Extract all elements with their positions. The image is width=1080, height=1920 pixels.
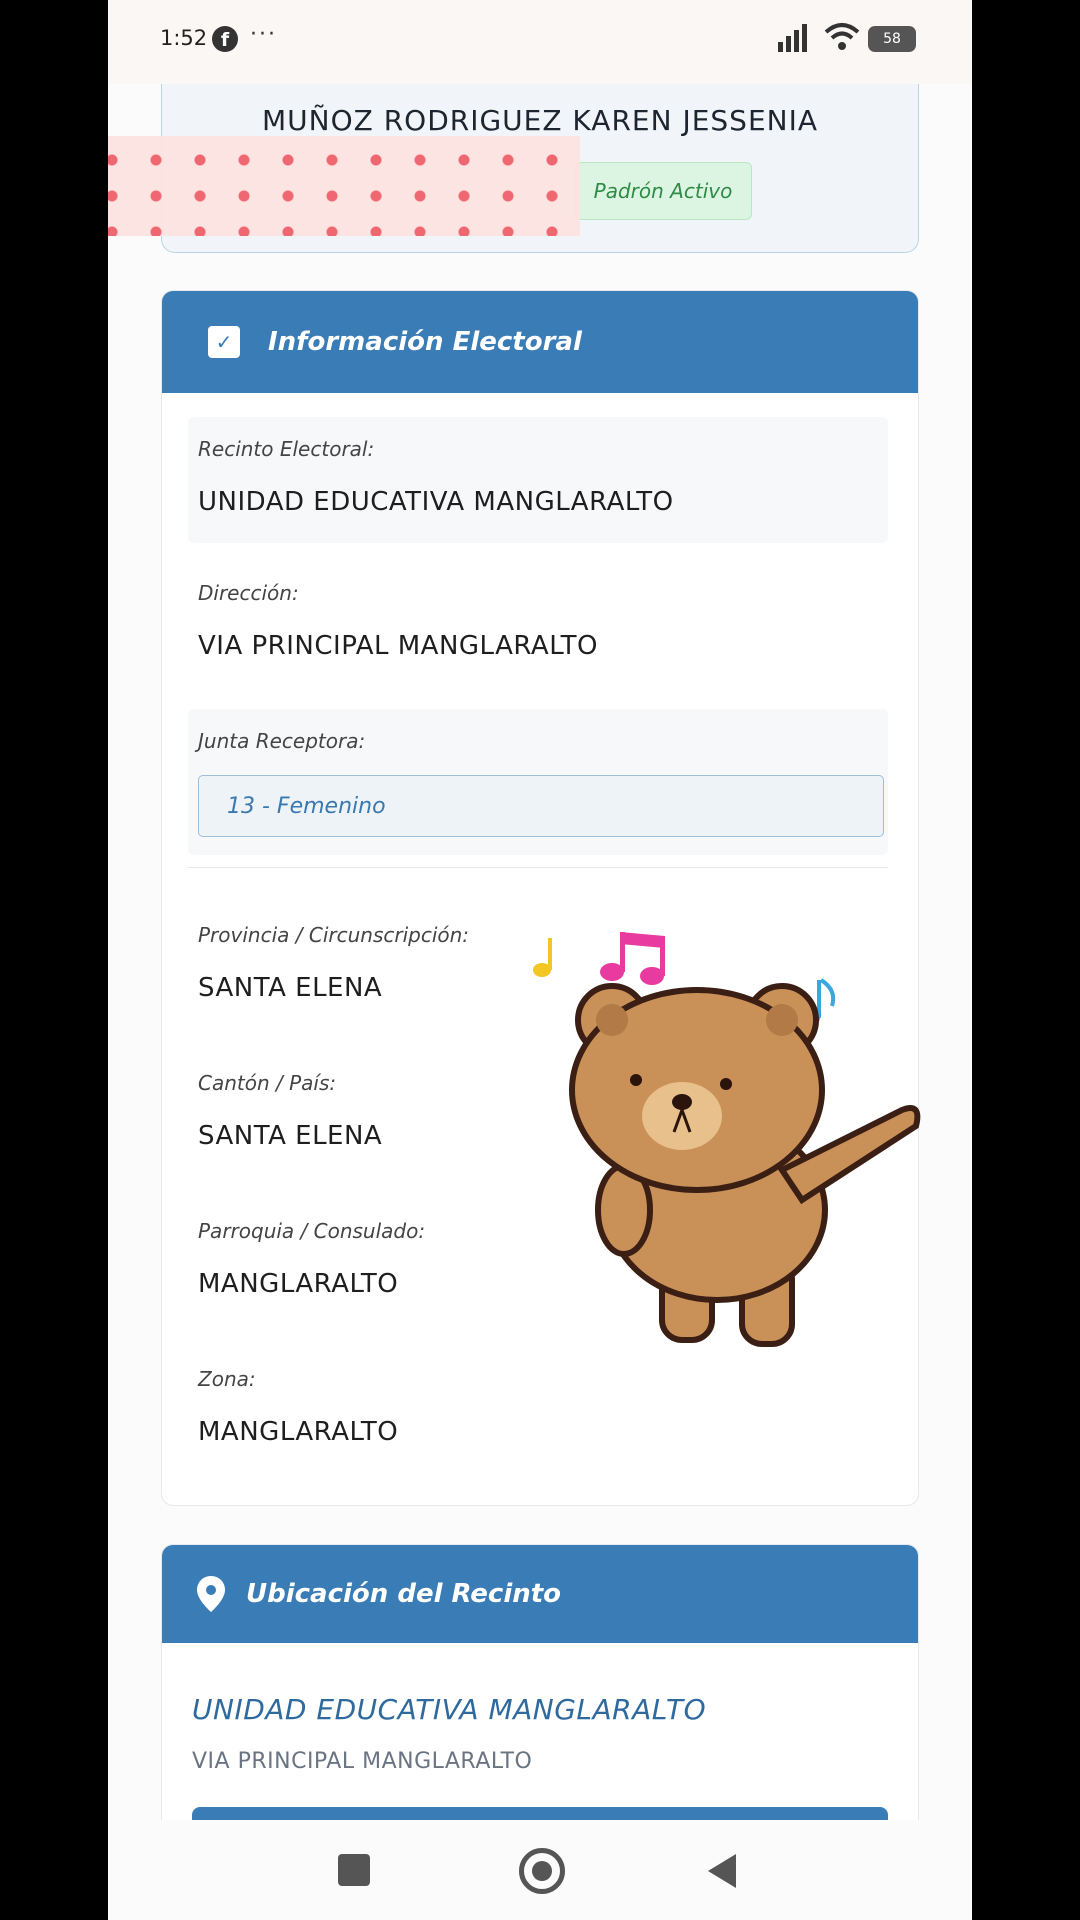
- direccion-label: Dirección:: [198, 581, 299, 605]
- parroquia-label: Parroquia / Consulado:: [198, 1219, 426, 1243]
- status-bar: 1:52 f ··· 58: [108, 0, 972, 84]
- junta-value-box: 13 - Femenino: [198, 775, 884, 837]
- wifi-icon: [824, 23, 860, 50]
- zona-label: Zona:: [198, 1367, 256, 1391]
- back-button[interactable]: [708, 1854, 736, 1888]
- electoral-info-title: Información Electoral: [268, 327, 582, 357]
- provincia-label: Provincia / Circunscripción:: [198, 923, 470, 947]
- electoral-info-header: ✓ Información Electoral: [162, 291, 918, 393]
- ballot-icon: ✓: [208, 326, 240, 358]
- location-card: Ubicación del Recinto UNIDAD EDUCATIVA M…: [161, 1544, 919, 1820]
- music-note-yellow-icon: [533, 938, 552, 977]
- zona-value: MANGLARALTO: [198, 1417, 399, 1447]
- location-title: Ubicación del Recinto: [246, 1579, 562, 1609]
- location-name: UNIDAD EDUCATIVA MANGLARALTO: [192, 1693, 707, 1726]
- location-header: Ubicación del Recinto: [162, 1545, 918, 1643]
- signal-icon: [778, 24, 807, 52]
- more-notifications-icon: ···: [250, 22, 277, 47]
- junta-label: Junta Receptora:: [198, 729, 366, 753]
- section-divider: [188, 867, 888, 868]
- status-badge: Padrón Activo: [574, 162, 752, 220]
- canton-value: SANTA ELENA: [198, 1121, 383, 1151]
- parroquia-value: MANGLARALTO: [198, 1269, 399, 1299]
- map-button[interactable]: [192, 1807, 888, 1820]
- home-button[interactable]: [519, 1848, 565, 1894]
- status-time: 1:52: [160, 26, 208, 50]
- direccion-value: VIA PRINCIPAL MANGLARALTO: [198, 631, 598, 661]
- phone-screen: 1:52 f ··· 58 MUÑOZ RODRIGUEZ KAREN JESS…: [108, 0, 972, 1920]
- junta-row: Junta Receptora: 13 - Femenino: [188, 709, 888, 855]
- recinto-value: UNIDAD EDUCATIVA MANGLARALTO: [198, 487, 674, 517]
- provincia-value: SANTA ELENA: [198, 973, 383, 1003]
- washi-tape-sticker: [108, 136, 580, 236]
- facebook-notification-icon: f: [212, 26, 238, 52]
- canton-label: Cantón / País:: [198, 1071, 337, 1095]
- recent-apps-button[interactable]: [338, 1854, 370, 1886]
- recinto-row: Recinto Electoral: UNIDAD EDUCATIVA MANG…: [188, 417, 888, 543]
- recinto-label: Recinto Electoral:: [198, 437, 375, 461]
- battery-icon: 58: [868, 26, 916, 52]
- location-address: VIA PRINCIPAL MANGLARALTO: [192, 1749, 533, 1774]
- scroll-content[interactable]: MUÑOZ RODRIGUEZ KAREN JESSENIA Padrón Ac…: [108, 84, 972, 1820]
- direccion-row: Dirección: VIA PRINCIPAL MANGLARALTO: [188, 561, 888, 687]
- dancing-bear-sticker: [533, 932, 921, 1347]
- voter-name: MUÑOZ RODRIGUEZ KAREN JESSENIA: [261, 104, 818, 137]
- navigation-bar: [108, 1820, 972, 1920]
- location-pin-icon: [197, 1576, 225, 1612]
- music-note-pink-icon: [600, 932, 665, 985]
